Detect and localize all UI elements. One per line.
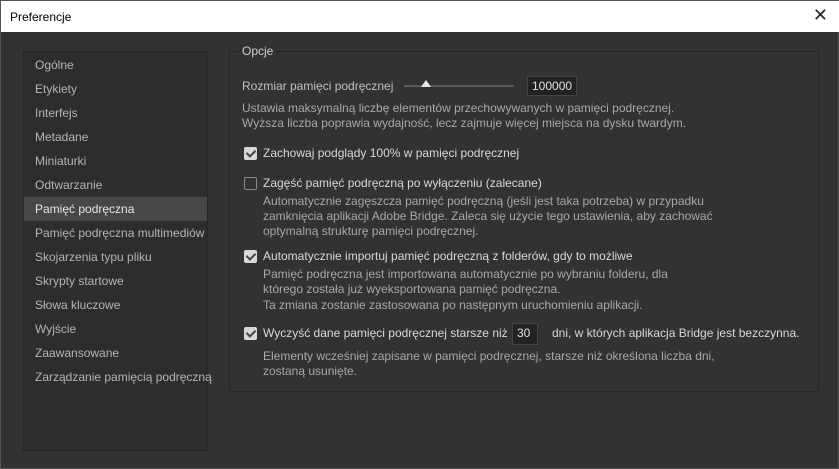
title-bar: Preferencje ✕ [1,1,839,32]
purge-label: Wyczyść dane pamięci podręcznej starsze … [263,326,508,340]
purge-desc: zostaną usunięte. [263,364,358,378]
options-legend: Opcje [239,44,277,58]
auto-import-desc: którego została już wyeksportowana pamię… [263,282,561,296]
sidebar-item[interactable]: Zarządzanie pamięcią podręczną [24,365,212,389]
sidebar-item[interactable]: Metadane [24,125,207,149]
auto-import-label: Automatycznie importuj pamięć podręczną … [263,249,633,263]
auto-import-desc: Ta zmiana zostanie zastosowana po następ… [263,298,643,312]
sidebar-item[interactable]: Pamięć podręczna multimediów [24,221,207,245]
purge-desc: Elementy wcześniej zapisane w pamięci po… [263,349,715,363]
sidebar-item[interactable]: Zaawansowane [24,341,207,365]
sidebar-item[interactable]: Skrypty startowe [24,269,207,293]
sidebar-item[interactable]: Słowa kluczowe [24,293,207,317]
compact-desc: Automatycznie zagęszcza pamięć podręczną… [263,194,704,208]
auto-import-checkbox[interactable] [244,250,257,263]
sidebar-item[interactable]: Skojarzenia typu pliku [24,245,207,269]
compact-checkbox[interactable] [244,177,257,190]
cache-size-label: Rozmiar pamięci podręcznej [242,79,394,93]
sidebar-item[interactable]: Etykiety [24,77,207,101]
keep-previews-checkbox[interactable] [244,147,257,160]
close-icon[interactable]: ✕ [813,5,828,26]
cache-size-slider[interactable] [404,80,514,87]
sidebar-item[interactable]: Wyjście [24,317,207,341]
purge-days-input[interactable]: 30 [512,323,538,345]
sidebar-item[interactable]: Pamięć podręczna [24,197,207,221]
keep-previews-label: Zachowaj podglądy 100% w pamięci podręcz… [263,146,520,160]
compact-label: Zagęść pamięć podręczną po wyłączeniu (z… [263,176,542,190]
preferences-sidebar: Ogólne Etykiety Interfejs Metadane Miniaturk… [23,51,212,451]
purge-checkbox[interactable] [244,327,257,340]
auto-import-desc: Pamięć podręczna jest importowana automa… [263,267,668,281]
cache-size-desc: Ustawia maksymalną liczbę elementów prze… [242,101,675,115]
cache-size-desc: Wyższa liczba poprawia wydajność, lecz z… [242,116,687,130]
sidebar-item[interactable]: Miniaturki [24,149,207,173]
window-title: Preferencje [10,10,72,24]
sidebar-item[interactable]: Interfejs [24,101,207,125]
compact-desc: zamknięcia aplikacji Adobe Bridge. Zalec… [263,209,713,223]
purge-suffix: dni, w których aplikacja Bridge jest bez… [552,326,800,340]
compact-desc: optymalną strukturę pamięci podręcznej. [263,224,479,238]
slider-thumb[interactable] [421,80,431,87]
sidebar-item[interactable]: Ogólne [24,53,207,77]
sidebar-item[interactable]: Odtwarzanie [24,173,207,197]
cache-size-input[interactable]: 100000 [527,76,577,96]
